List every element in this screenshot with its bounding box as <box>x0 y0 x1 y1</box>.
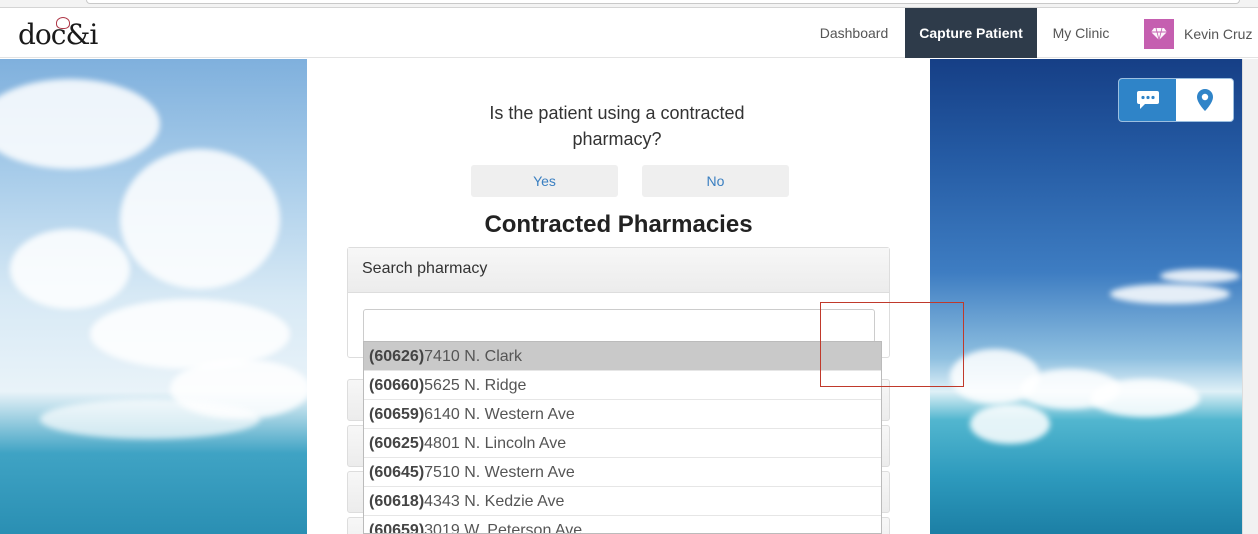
item-zip: (60659) <box>369 406 425 423</box>
item-zip: (60618) <box>369 493 425 510</box>
autocomplete-item[interactable]: (60626)7410 N. Clark <box>364 342 881 371</box>
item-zip: (60625) <box>369 435 425 452</box>
section-heading: Contracted Pharmacies <box>484 211 753 238</box>
chat-bubble-icon <box>1136 91 1159 109</box>
item-address: 7410 N. Clark <box>424 348 522 365</box>
autocomplete-item[interactable]: (60659)3019 W. Peterson Ave <box>364 516 881 534</box>
item-address: 4801 N. Lincoln Ave <box>424 435 567 452</box>
item-zip: (60645) <box>369 464 425 481</box>
nav-capture-patient[interactable]: Capture Patient <box>905 8 1037 58</box>
no-button[interactable]: No <box>642 165 789 197</box>
selection-highlight-box <box>820 302 964 387</box>
top-navbar: doc&i Dashboard Capture Patient My Clini… <box>0 8 1258 58</box>
yes-button[interactable]: Yes <box>471 165 618 197</box>
pharmacy-question: Is the patient using a contracted pharma… <box>489 103 745 149</box>
item-address: 5625 N. Ridge <box>424 377 527 394</box>
address-bar-edge <box>86 0 1240 4</box>
diamond-icon <box>1151 27 1167 41</box>
autocomplete-item[interactable]: (60645)7510 N. Western Ave <box>364 458 881 487</box>
autocomplete-item[interactable]: (60659)6140 N. Western Ave <box>364 400 881 429</box>
location-button[interactable] <box>1176 79 1233 121</box>
chat-button[interactable] <box>1119 79 1176 121</box>
user-name: Kevin Cruz <box>1184 26 1253 42</box>
item-address: 6140 N. Western Ave <box>424 406 575 423</box>
nav-my-clinic[interactable]: My Clinic <box>1040 8 1122 58</box>
item-zip: (60659) <box>369 522 425 534</box>
map-pin-icon <box>1196 89 1213 111</box>
search-card-title: Search pharmacy <box>348 248 889 293</box>
user-menu[interactable]: Kevin Cruz <box>1144 19 1252 49</box>
item-address: 7510 N. Western Ave <box>424 464 575 481</box>
autocomplete-item[interactable]: (60660)5625 N. Ridge <box>364 371 881 400</box>
pharmacy-search-input[interactable] <box>363 309 875 343</box>
autocomplete-item[interactable]: (60625)4801 N. Lincoln Ave <box>364 429 881 458</box>
item-zip: (60660) <box>369 377 425 394</box>
item-address: 4343 N. Kedzie Ave <box>424 493 565 510</box>
item-address: 3019 W. Peterson Ave <box>424 522 583 534</box>
background-left-sky <box>0 59 310 534</box>
item-zip: (60626) <box>369 348 425 365</box>
floating-widget-group <box>1118 78 1234 122</box>
avatar <box>1144 19 1174 49</box>
autocomplete-dropdown: (60626)7410 N. Clark (60660)5625 N. Ridg… <box>363 341 882 534</box>
background-right-sky <box>930 59 1258 534</box>
browser-chrome-strip <box>0 0 1258 8</box>
logo-mark-icon <box>56 17 70 29</box>
autocomplete-item[interactable]: (60618)4343 N. Kedzie Ave <box>364 487 881 516</box>
page-scrollbar[interactable] <box>1242 59 1258 534</box>
nav-dashboard[interactable]: Dashboard <box>806 8 902 58</box>
